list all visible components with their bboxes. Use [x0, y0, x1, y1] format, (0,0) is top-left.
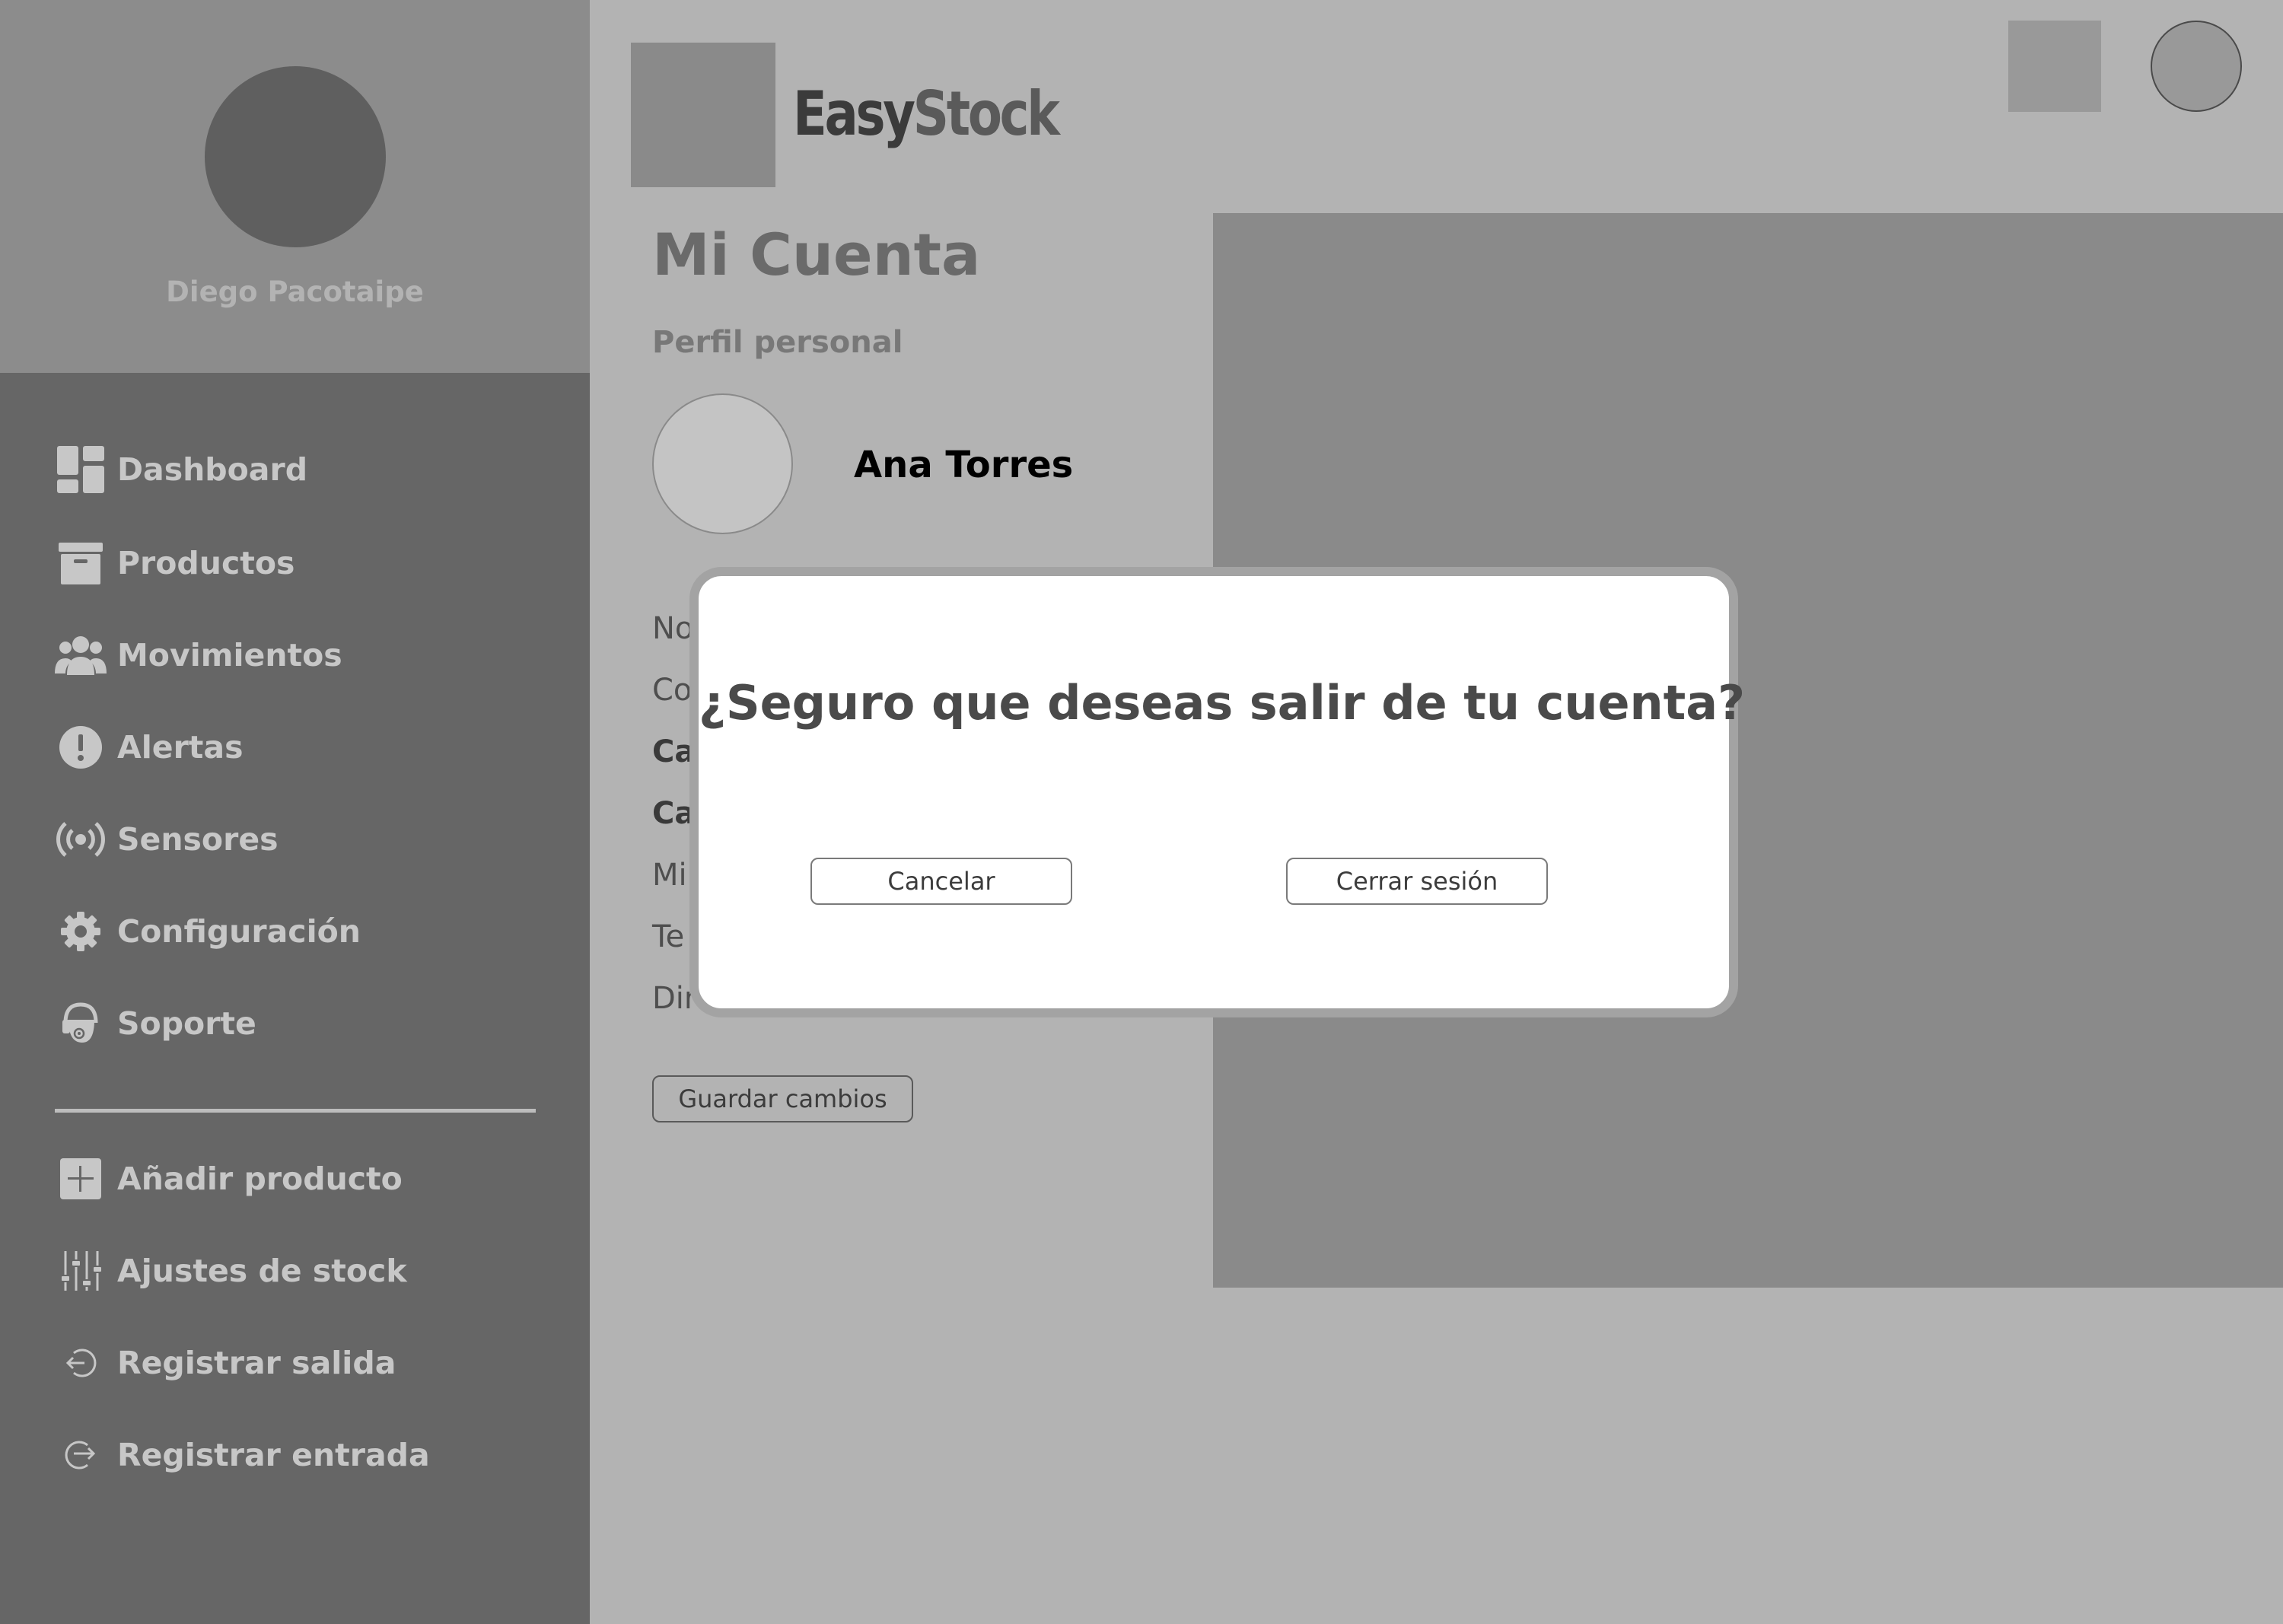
page-title: Mi Cuenta: [652, 221, 981, 288]
sidebar-item-movimientos[interactable]: Movimientos: [53, 629, 342, 682]
sidebar-item-configuracion[interactable]: Configuración: [53, 905, 361, 958]
avatar[interactable]: [205, 66, 386, 247]
save-button[interactable]: Guardar cambios: [652, 1075, 913, 1122]
gear-icon: [53, 905, 108, 958]
sidebar-item-label: Dashboard: [117, 451, 308, 488]
exit-icon: [53, 1336, 108, 1390]
sidebar-item-label: Añadir producto: [117, 1161, 403, 1197]
sidebar-item-registrar-entrada[interactable]: Registrar entrada: [53, 1428, 430, 1482]
sidebar-item-label: Registrar entrada: [117, 1437, 430, 1473]
profile-name: Diego Pacotaipe: [166, 275, 424, 308]
header-icon-button[interactable]: [2008, 21, 2101, 112]
sidebar-profile: Diego Pacotaipe: [0, 0, 590, 373]
archive-box-icon: [53, 537, 108, 590]
sidebar-item-label: Ajustes de stock: [117, 1253, 407, 1289]
sidebar-item-label: Productos: [117, 545, 295, 581]
users-icon: [53, 629, 108, 682]
sidebar-item-label: Alertas: [117, 729, 244, 766]
field-label-nombre: No: [652, 611, 694, 646]
field-label-cargo-2: Ca: [652, 796, 696, 831]
sidebar-item-label: Registrar salida: [117, 1345, 396, 1381]
cancel-button[interactable]: Cancelar: [810, 858, 1072, 905]
logout-confirm-dialog: ¿Seguro que deseas salir de tu cuenta? C…: [689, 567, 1746, 1017]
sidebar: Diego Pacotaipe Dashboard Productos Movi…: [0, 0, 590, 1624]
header-user-avatar[interactable]: [2151, 21, 2242, 112]
sliders-icon: [53, 1244, 108, 1298]
field-label-cargo: Ca: [652, 734, 696, 769]
enter-icon: [53, 1428, 108, 1482]
sidebar-item-label: Sensores: [117, 821, 279, 858]
sidebar-item-label: Configuración: [117, 913, 361, 950]
sidebar-item-alertas[interactable]: Alertas: [53, 721, 243, 774]
field-label-mi: Mi: [652, 858, 687, 893]
sidebar-item-label: Movimientos: [117, 637, 342, 673]
sidebar-item-productos[interactable]: Productos: [53, 537, 295, 590]
sidebar-item-sensores[interactable]: Sensores: [53, 813, 279, 866]
sidebar-divider: [55, 1109, 536, 1113]
field-label-telefono: Te: [652, 919, 685, 954]
dialog-question: ¿Seguro que deseas salir de tu cuenta?: [699, 675, 1746, 731]
sidebar-item-ajustes-stock[interactable]: Ajustes de stock: [53, 1244, 407, 1298]
logo-placeholder: [631, 43, 775, 187]
alert-icon: [53, 721, 108, 774]
sidebar-item-dashboard[interactable]: Dashboard: [53, 443, 307, 496]
sidebar-item-soporte[interactable]: Soporte: [53, 997, 256, 1050]
brand-logo-text: EasyStock: [793, 78, 1060, 149]
sidebar-item-label: Soporte: [117, 1005, 256, 1042]
sidebar-item-anadir-producto[interactable]: Añadir producto: [53, 1152, 403, 1205]
dashboard-icon: [53, 443, 108, 496]
headset-icon: [53, 997, 108, 1050]
plus-square-icon: [53, 1152, 108, 1205]
brand-part-1: Easy: [793, 78, 915, 149]
sidebar-item-registrar-salida[interactable]: Registrar salida: [53, 1336, 396, 1390]
broadcast-icon: [53, 813, 108, 866]
field-label-correo: Co: [652, 673, 693, 708]
user-avatar[interactable]: [652, 393, 793, 534]
user-name: Ana Torres: [854, 444, 1074, 486]
brand-part-2: Stock: [912, 78, 1060, 149]
section-label: Perfil personal: [652, 325, 903, 360]
logout-button[interactable]: Cerrar sesión: [1286, 858, 1548, 905]
